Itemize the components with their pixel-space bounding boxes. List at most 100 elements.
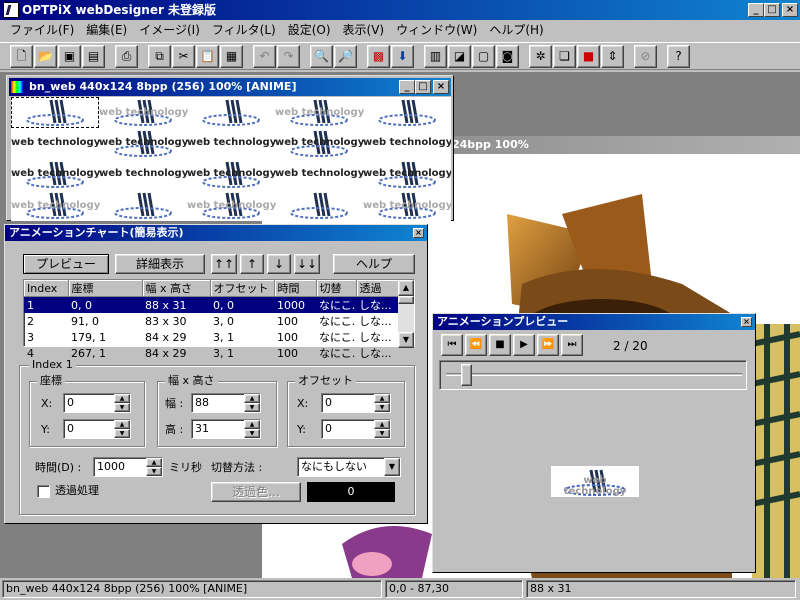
next-frame-icon[interactable]: ⏩ <box>537 334 559 356</box>
menu-view[interactable]: 表示(V) <box>337 20 391 40</box>
close-button[interactable]: × <box>782 3 798 17</box>
move-top-button[interactable]: ↑↑ <box>211 254 237 274</box>
cell-time: 100 <box>277 330 298 344</box>
resize-icon[interactable]: ◪ <box>448 44 471 68</box>
stop-icon[interactable]: ⊘ <box>634 44 657 68</box>
move-down-button[interactable]: ↓ <box>267 254 291 274</box>
new-file-icon[interactable]: 🗋 <box>10 44 33 68</box>
move-bottom-button[interactable]: ↓↓ <box>294 254 320 274</box>
effects-icon[interactable]: ✲ <box>529 44 552 68</box>
palette-icon[interactable]: ▥ <box>424 44 447 68</box>
scroll-up-icon[interactable]: ▲ <box>398 280 414 296</box>
table-row[interactable]: 4267, 184 x 293, 1100なにこ...しな... <box>24 345 398 361</box>
move-up-button[interactable]: ↑ <box>240 254 264 274</box>
paste-new-icon[interactable]: ▦ <box>220 44 243 68</box>
play-icon[interactable]: ▶ <box>513 334 535 356</box>
app-title: OPTPiX webDesigner 未登録版 <box>22 3 217 17</box>
banner-canvas[interactable]: web technology web technology web technolo… <box>11 97 451 221</box>
last-frame-icon[interactable]: ⏭ <box>561 334 583 356</box>
column-header-switch[interactable]: 切替 <box>316 280 357 297</box>
preview-title-bar[interactable]: アニメーションプレビュー × <box>433 314 755 330</box>
save-as-icon[interactable]: ▤ <box>82 44 105 68</box>
help-icon[interactable]: ? <box>667 44 690 68</box>
save-icon[interactable]: ▣ <box>58 44 81 68</box>
chart-title: アニメーションチャート(簡易表示) <box>9 226 184 239</box>
cell-coord: 91, 0 <box>71 314 99 328</box>
redo-icon[interactable]: ↷ <box>277 44 300 68</box>
coord-x-label: X: <box>41 397 53 410</box>
menu-settings[interactable]: 設定(O) <box>282 20 337 40</box>
frame-slider-thumb[interactable] <box>461 364 472 386</box>
export-icon[interactable]: ⬇ <box>391 44 414 68</box>
close-button[interactable]: × <box>433 80 449 94</box>
menu-filter[interactable]: フィルタ(L) <box>206 20 282 40</box>
maximize-button[interactable]: □ <box>764 3 780 17</box>
reduce-colors-icon[interactable]: ▩ <box>367 44 390 68</box>
color-icon[interactable]: ■ <box>577 44 600 68</box>
table-row[interactable]: 3 179, 1 84 x 29 3, 1 100 なにこ...しな... <box>24 329 398 345</box>
width-input[interactable]: 88 ▲ ▼ <box>191 393 261 413</box>
print-icon[interactable]: ⎙ <box>115 44 138 68</box>
column-header-coord[interactable]: 座標 <box>68 280 143 297</box>
status-selection-size: 88 x 31 <box>526 580 796 598</box>
zoom-out-icon[interactable]: 🔎 <box>334 44 357 68</box>
detail-view-button[interactable]: 詳細表示 <box>115 254 205 274</box>
preview-button[interactable]: プレビュー <box>23 254 109 274</box>
layers-icon[interactable]: ❏ <box>553 44 576 68</box>
scroll-down-icon[interactable]: ▼ <box>398 332 414 348</box>
close-icon[interactable]: × <box>413 228 424 238</box>
preview-title: アニメーションプレビュー <box>437 315 569 328</box>
grid-scrollbar[interactable]: ▲ ▼ <box>398 280 414 348</box>
column-header-time[interactable]: 時間 <box>274 280 317 297</box>
time-input[interactable]: 1000 ▲ ▼ <box>93 457 163 477</box>
switch-method-select[interactable]: なにもしない ▼ <box>297 457 401 477</box>
stop-icon[interactable]: ■ <box>489 334 511 356</box>
frame-counter: 2 / 20 <box>613 339 648 353</box>
table-row[interactable]: 2 91, 0 83 x 30 3, 0 100 なにこ...しな... <box>24 313 398 329</box>
banner-frame-tile: web technology <box>363 128 451 159</box>
column-header-transparency[interactable]: 透過 <box>356 280 399 297</box>
banner-frame-tile: web technology <box>187 159 276 190</box>
copy-icon[interactable]: ⧉ <box>148 44 171 68</box>
offset-y-input[interactable]: 0 ▲ ▼ <box>321 419 391 439</box>
banner-window-title-bar[interactable]: bn_web 440x124 8bpp (256) 100% [ANIME] _… <box>9 78 451 96</box>
transparency-checkbox[interactable] <box>37 485 50 498</box>
frame-grid[interactable]: Index 座標 幅 x 高さ オフセット 時間 切替 透過 1 0, 0 88 x… <box>23 279 415 360</box>
chart-title-bar[interactable]: アニメーションチャート(簡易表示) × <box>5 225 427 241</box>
prev-frame-icon[interactable]: ⏪ <box>465 334 487 356</box>
minimize-button[interactable]: _ <box>399 80 415 94</box>
maximize-button[interactable]: □ <box>415 80 431 94</box>
table-row[interactable]: 10, 088 x 310, 01000なにこ...しな... <box>24 296 398 313</box>
coord-y-input[interactable]: 0 ▲ ▼ <box>63 419 131 439</box>
preview-frame: web technology <box>551 466 639 497</box>
column-header-index[interactable]: Index <box>24 280 69 297</box>
paste-icon[interactable]: 📋 <box>196 44 219 68</box>
transparency-color-button[interactable]: 透過色... <box>211 482 301 502</box>
undo-icon[interactable]: ↶ <box>253 44 276 68</box>
height-input[interactable]: 31 ▲ ▼ <box>191 419 261 439</box>
banner-tile-text: web technology <box>363 200 451 211</box>
menu-help[interactable]: ヘルプ(H) <box>483 20 549 40</box>
menu-edit[interactable]: 編集(E) <box>80 20 133 40</box>
minimize-button[interactable]: _ <box>748 3 764 17</box>
menu-window[interactable]: ウィンドウ(W) <box>390 20 483 40</box>
cut-icon[interactable]: ✂ <box>172 44 195 68</box>
cell-time: 1000 <box>274 296 316 313</box>
offset-x-input[interactable]: 0 ▲ ▼ <box>321 393 391 413</box>
scroll-thumb[interactable] <box>398 296 414 304</box>
banner-frame-tile: web technology <box>11 190 100 221</box>
help-button[interactable]: ヘルプ <box>333 254 415 274</box>
open-folder-icon[interactable]: 📂 <box>34 44 57 68</box>
first-frame-icon[interactable]: ⏮ <box>441 334 463 356</box>
column-header-offset[interactable]: オフセット <box>210 280 275 297</box>
banner-tile-text: web technology <box>187 137 277 148</box>
menu-file[interactable]: ファイル(F) <box>4 20 80 40</box>
coord-x-input[interactable]: 0 ▲ ▼ <box>63 393 131 413</box>
menu-image[interactable]: イメージ(I) <box>133 20 206 40</box>
column-header-size[interactable]: 幅 x 高さ <box>142 280 211 297</box>
close-icon[interactable]: × <box>741 317 752 327</box>
crop-icon[interactable]: ▢ <box>472 44 495 68</box>
frame-icon[interactable]: ◙ <box>496 44 519 68</box>
animation-icon[interactable]: ⇕ <box>601 44 624 68</box>
zoom-in-icon[interactable]: 🔍 <box>310 44 333 68</box>
